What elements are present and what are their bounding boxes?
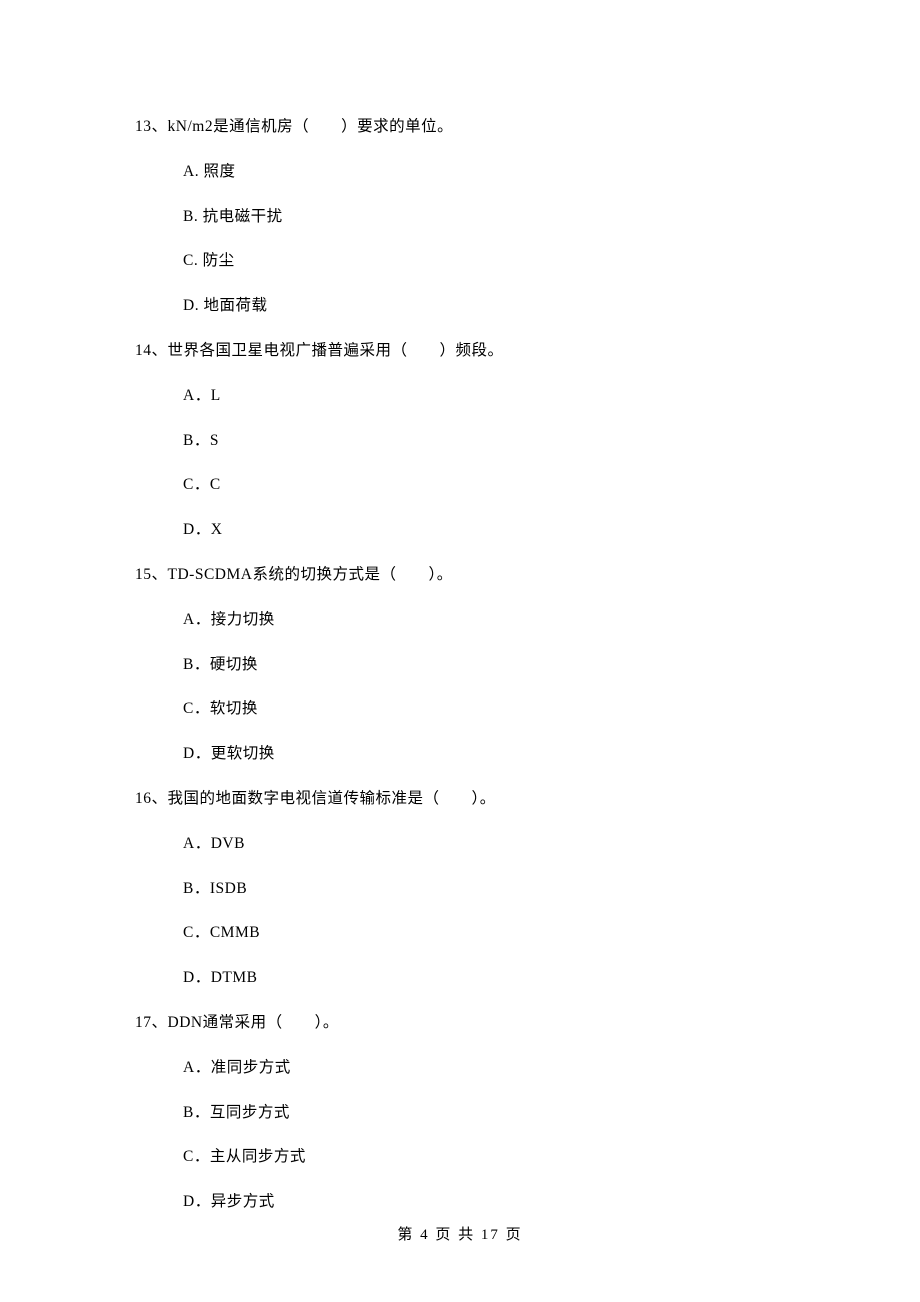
option-text: CMMB — [210, 924, 260, 941]
question-body: DDN通常采用（ ）。 — [168, 1014, 339, 1031]
option-label: B． — [183, 1104, 210, 1121]
question-text: 17、DDN通常采用（ ）。 — [135, 1011, 785, 1036]
option-text: 准同步方式 — [211, 1059, 291, 1076]
option-c: C．CMMB — [183, 921, 785, 946]
option-label: D． — [183, 969, 211, 986]
option-d: D. 地面荷载 — [183, 294, 785, 319]
option-label: C. — [183, 252, 198, 269]
option-label: C． — [183, 924, 210, 941]
option-text: DTMB — [211, 969, 258, 986]
question-number: 16、 — [135, 790, 168, 807]
question-text: 14、世界各国卫星电视广播普遍采用（ ）频段。 — [135, 339, 785, 364]
option-label: B． — [183, 432, 210, 449]
option-c: C．C — [183, 473, 785, 498]
option-c: C. 防尘 — [183, 249, 785, 274]
option-text: 软切换 — [210, 700, 258, 717]
question-16: 16、我国的地面数字电视信道传输标准是（ ）。 A．DVB B．ISDB C．C… — [135, 787, 785, 991]
option-text: X — [211, 521, 223, 538]
option-label: A． — [183, 835, 211, 852]
question-13: 13、kN/m2是通信机房（ ）要求的单位。 A. 照度 B. 抗电磁干扰 C.… — [135, 115, 785, 319]
question-text: 16、我国的地面数字电视信道传输标准是（ ）。 — [135, 787, 785, 812]
question-14: 14、世界各国卫星电视广播普遍采用（ ）频段。 A．L B．S C．C D．X — [135, 339, 785, 543]
option-label: B． — [183, 656, 210, 673]
option-label: D． — [183, 521, 211, 538]
question-number: 15、 — [135, 566, 168, 583]
option-label: C． — [183, 476, 210, 493]
option-text: C — [210, 476, 221, 493]
option-text: 互同步方式 — [210, 1104, 290, 1121]
option-text: 防尘 — [203, 252, 235, 269]
option-text: 地面荷载 — [203, 297, 267, 314]
option-label: C． — [183, 1148, 210, 1165]
option-text: ISDB — [210, 880, 247, 897]
option-b: B．S — [183, 429, 785, 454]
options-block: A. 照度 B. 抗电磁干扰 C. 防尘 D. 地面荷载 — [135, 160, 785, 319]
option-d: D．更软切换 — [183, 742, 785, 767]
option-text: 异步方式 — [211, 1193, 275, 1210]
option-a: A．DVB — [183, 832, 785, 857]
options-block: A．L B．S C．C D．X — [135, 384, 785, 543]
option-text: 硬切换 — [210, 656, 258, 673]
option-a: A．准同步方式 — [183, 1056, 785, 1081]
option-label: A． — [183, 1059, 211, 1076]
option-text: DVB — [211, 835, 245, 852]
question-body: kN/m2是通信机房（ ）要求的单位。 — [168, 118, 454, 135]
question-body: TD-SCDMA系统的切换方式是（ ）。 — [168, 566, 453, 583]
option-text: 接力切换 — [211, 611, 275, 628]
option-c: C．主从同步方式 — [183, 1145, 785, 1170]
options-block: A．DVB B．ISDB C．CMMB D．DTMB — [135, 832, 785, 991]
option-label: B. — [183, 208, 198, 225]
option-d: D．DTMB — [183, 966, 785, 991]
option-b: B．ISDB — [183, 877, 785, 902]
question-number: 17、 — [135, 1014, 168, 1031]
option-label: D． — [183, 1193, 211, 1210]
option-label: B． — [183, 880, 210, 897]
question-15: 15、TD-SCDMA系统的切换方式是（ ）。 A．接力切换 B．硬切换 C．软… — [135, 563, 785, 767]
question-text: 13、kN/m2是通信机房（ ）要求的单位。 — [135, 115, 785, 140]
question-number: 14、 — [135, 342, 168, 359]
option-label: A． — [183, 387, 211, 404]
option-text: 抗电磁干扰 — [203, 208, 283, 225]
page-content: 13、kN/m2是通信机房（ ）要求的单位。 A. 照度 B. 抗电磁干扰 C.… — [0, 0, 920, 1215]
option-label: A. — [183, 163, 199, 180]
option-d: D．X — [183, 518, 785, 543]
option-b: B. 抗电磁干扰 — [183, 205, 785, 230]
question-number: 13、 — [135, 118, 168, 135]
question-body: 世界各国卫星电视广播普遍采用（ ）频段。 — [168, 342, 504, 359]
options-block: A．接力切换 B．硬切换 C．软切换 D．更软切换 — [135, 608, 785, 767]
option-c: C．软切换 — [183, 697, 785, 722]
page-number-text: 第 4 页 共 17 页 — [397, 1227, 522, 1243]
question-17: 17、DDN通常采用（ ）。 A．准同步方式 B．互同步方式 C．主从同步方式 … — [135, 1011, 785, 1215]
option-a: A. 照度 — [183, 160, 785, 185]
option-b: B．互同步方式 — [183, 1101, 785, 1126]
option-a: A．L — [183, 384, 785, 409]
options-block: A．准同步方式 B．互同步方式 C．主从同步方式 D．异步方式 — [135, 1056, 785, 1215]
option-label: D． — [183, 745, 211, 762]
option-label: A． — [183, 611, 211, 628]
option-d: D．异步方式 — [183, 1190, 785, 1215]
option-label: D. — [183, 297, 199, 314]
option-text: 更软切换 — [211, 745, 275, 762]
option-label: C． — [183, 700, 210, 717]
option-b: B．硬切换 — [183, 653, 785, 678]
option-a: A．接力切换 — [183, 608, 785, 633]
option-text: 主从同步方式 — [210, 1148, 306, 1165]
option-text: 照度 — [203, 163, 235, 180]
page-footer: 第 4 页 共 17 页 — [0, 1223, 920, 1244]
option-text: L — [211, 387, 221, 404]
option-text: S — [210, 432, 219, 449]
question-text: 15、TD-SCDMA系统的切换方式是（ ）。 — [135, 563, 785, 588]
question-body: 我国的地面数字电视信道传输标准是（ ）。 — [168, 790, 496, 807]
